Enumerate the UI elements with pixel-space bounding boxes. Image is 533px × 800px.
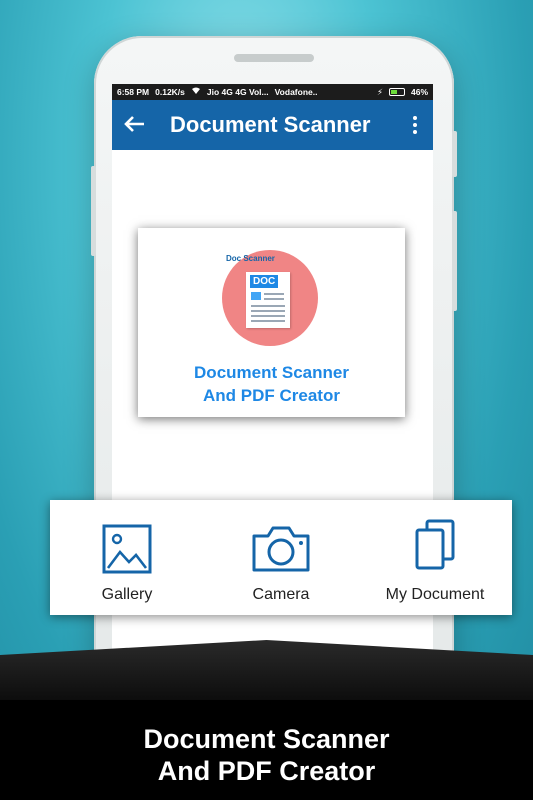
my-document-label: My Document xyxy=(385,586,485,603)
promo-footer: Document Scanner And PDF Creator xyxy=(0,700,533,800)
back-arrow-icon[interactable] xyxy=(122,112,162,138)
status-battery: 46% xyxy=(410,87,428,97)
overflow-menu-icon[interactable] xyxy=(407,116,423,134)
documents-icon xyxy=(413,518,457,577)
gallery-icon xyxy=(102,524,152,579)
status-time: 6:58 PM xyxy=(117,87,150,97)
action-bar: Gallery Camera My Document xyxy=(50,500,512,615)
phone-speaker xyxy=(234,54,314,62)
app-logo-card: Doc Scanner DOC Document Scanner And PDF… xyxy=(138,228,405,417)
gallery-button[interactable]: Gallery xyxy=(50,500,204,615)
phone-power-button xyxy=(452,131,457,177)
document-icon: DOC xyxy=(246,272,290,328)
doc-tag: DOC xyxy=(250,275,279,288)
app-bar: Document Scanner xyxy=(112,100,433,150)
camera-icon xyxy=(250,524,312,579)
charging-icon: ⚡ xyxy=(377,86,383,97)
logo-title-line-1: Document Scanner xyxy=(194,363,349,382)
phone-side-button xyxy=(91,166,96,256)
phone-volume-button xyxy=(452,211,457,311)
app-title: Document Scanner xyxy=(170,112,371,137)
wifi-icon xyxy=(191,87,201,97)
camera-label: Camera xyxy=(252,586,310,603)
camera-button[interactable]: Camera xyxy=(204,500,358,615)
footer-title-line-2: And PDF Creator xyxy=(157,756,376,786)
status-carrier-1: Jio 4G 4G Vol... xyxy=(206,87,269,97)
footer-title-line-1: Document Scanner xyxy=(143,724,390,754)
status-carrier-2: Vodafone.. xyxy=(274,87,318,97)
status-speed: 0.12K/s xyxy=(155,87,185,97)
battery-icon xyxy=(388,88,405,96)
logo-title-line-2: And PDF Creator xyxy=(203,386,340,405)
logo-badge: Doc Scanner xyxy=(226,254,275,263)
status-bar: 6:58 PM 0.12K/s Jio 4G 4G Vol... Vodafon… xyxy=(112,84,433,100)
my-document-button[interactable]: My Document xyxy=(358,500,512,615)
gallery-label: Gallery xyxy=(101,586,153,603)
